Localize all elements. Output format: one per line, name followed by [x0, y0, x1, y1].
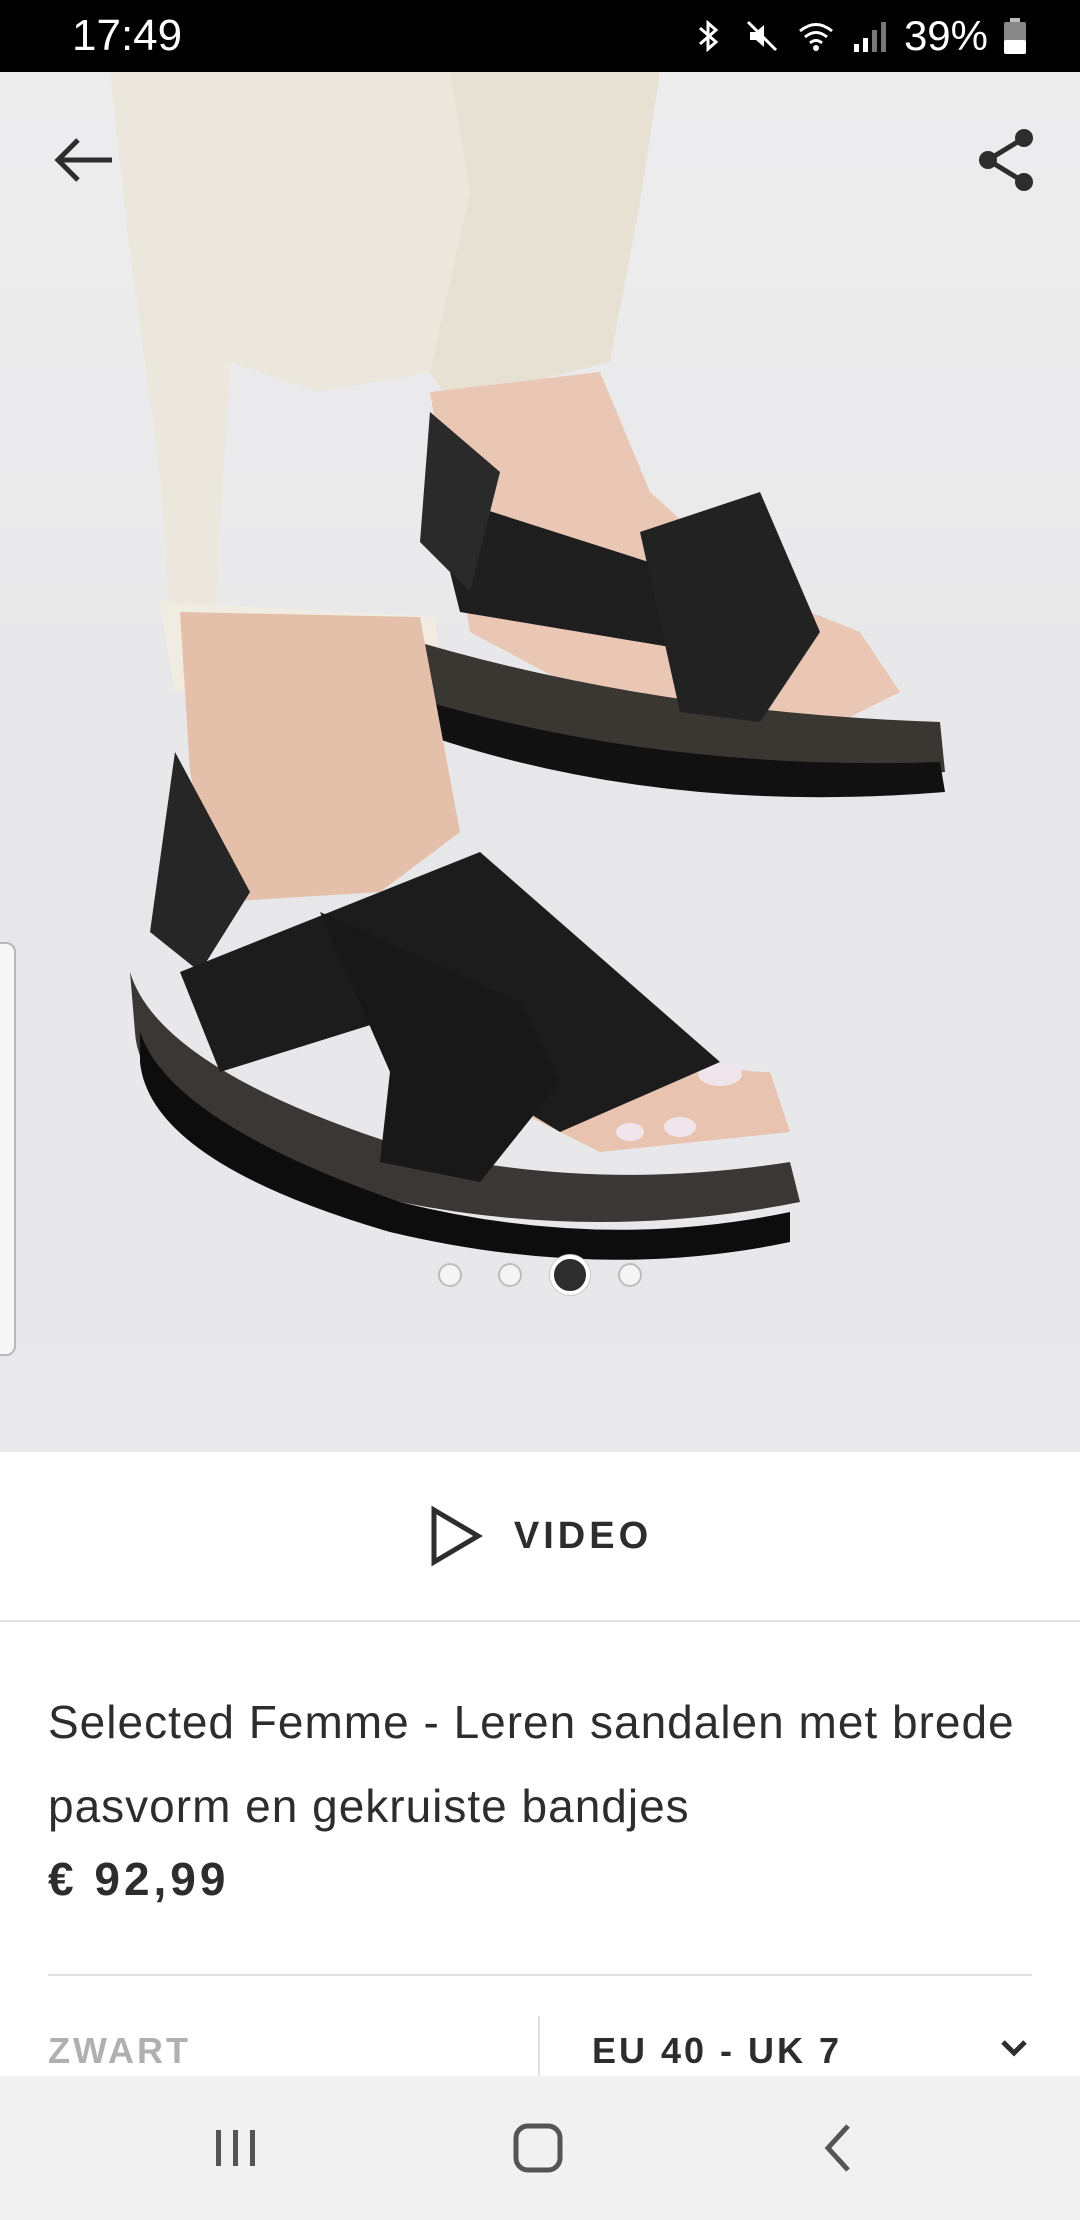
signal-icon	[853, 22, 886, 52]
color-selector[interactable]: ZWART	[48, 2030, 191, 2072]
status-time: 17:49	[72, 11, 183, 60]
battery-percentage: 39%	[903, 12, 988, 59]
status-icons: 39%	[688, 8, 1028, 64]
video-button[interactable]: VIDEO	[0, 1452, 1080, 1620]
product-image-gallery[interactable]	[0, 72, 1080, 1452]
status-bar: 17:49 39%	[0, 0, 1080, 72]
pagination-dot-4[interactable]	[618, 1263, 642, 1287]
size-selector[interactable]: EU 40 - UK 7	[592, 2030, 842, 2072]
video-label: VIDEO	[513, 1514, 653, 1557]
mute-icon	[746, 20, 777, 52]
system-navigation-bar	[0, 2076, 1080, 2220]
recent-apps-icon[interactable]	[200, 2112, 272, 2184]
battery-icon	[1004, 18, 1026, 54]
pagination-dot-3-active[interactable]	[550, 1255, 590, 1295]
home-icon[interactable]	[502, 2112, 574, 2184]
pagination-dot-2[interactable]	[498, 1263, 522, 1287]
play-icon	[431, 1506, 483, 1566]
nav-back-icon[interactable]	[804, 2112, 876, 2184]
bluetooth-icon	[698, 19, 719, 53]
variant-selectors: ZWART EU 40 - UK 7	[0, 1976, 1080, 2086]
product-photo	[110, 72, 945, 1260]
back-arrow-icon[interactable]	[44, 118, 128, 202]
pagination-dot-1[interactable]	[438, 1263, 462, 1287]
gallery-pagination	[0, 1250, 1080, 1300]
share-icon[interactable]	[964, 118, 1048, 202]
product-price: € 92,99	[48, 1853, 230, 1905]
wifi-icon	[798, 23, 833, 51]
product-title: Selected Femme - Leren sandalen met bred…	[48, 1696, 1015, 1832]
divider	[0, 1620, 1080, 1622]
chevron-down-icon[interactable]	[998, 2036, 1030, 2060]
